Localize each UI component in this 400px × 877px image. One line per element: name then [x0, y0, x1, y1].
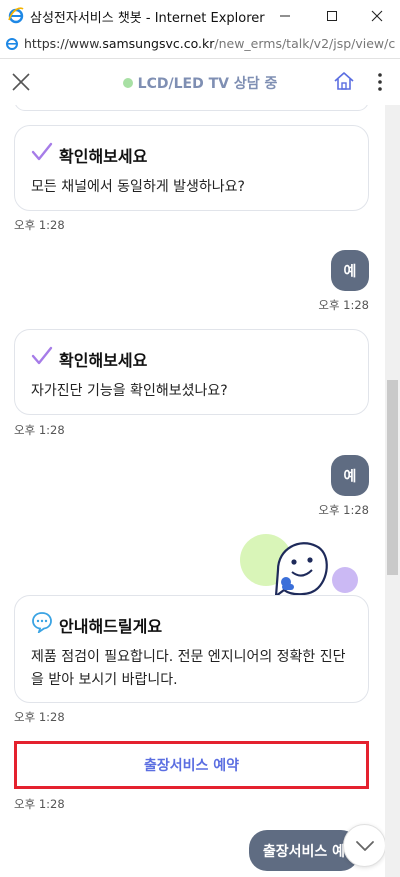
chevron-down-icon [355, 840, 374, 851]
card-title: 확인해보세요 [59, 351, 148, 370]
url-prefix: https://www. [24, 36, 103, 51]
chat-scrollbar[interactable] [385, 105, 400, 877]
bot-message-card: 안내해드릴게요 제품 점검이 필요합니다. 전문 엔지니어의 정확한 진단 을 … [14, 595, 369, 703]
home-icon[interactable] [333, 70, 355, 92]
minimize-icon [280, 15, 290, 16]
card-body-line: 제품 점검이 필요합니다. 전문 엔지니어의 정확한 진단 [31, 649, 346, 665]
card-body-line: 을 받아 보시기 바랍니다. [31, 672, 178, 688]
message-time: 오후 1:28 [14, 797, 65, 811]
status-label: LCD/LED TV 상담 중 [137, 76, 278, 92]
scroll-down-button[interactable] [343, 824, 385, 867]
maximize-button[interactable] [309, 0, 355, 31]
chat-message-list[interactable]: 확인해보세요 모든 채널에서 동일하게 발생하나요? 오후 1:28 예 오후 … [0, 105, 385, 877]
previous-message-card [14, 105, 369, 111]
ie-page-icon [6, 38, 18, 50]
title-bar: 삼성전자서비스 챗봇 - Internet Explorer [0, 0, 400, 31]
scrollbar-thumb[interactable] [387, 380, 398, 575]
minimize-button[interactable] [262, 0, 308, 31]
user-message-bubble: 예 [331, 250, 369, 291]
bot-message-card: 확인해보세요 모든 채널에서 동일하게 발생하나요? [14, 125, 369, 211]
bot-message-card: 확인해보세요 자가진단 기능을 확인해보셨나요? [14, 329, 369, 415]
check-icon [31, 346, 53, 365]
message-time: 오후 1:28 [318, 298, 369, 312]
card-body: 자가진단 기능을 확인해보셨나요? [31, 383, 228, 399]
user-message-bubble: 출장서비스 예 [248, 830, 359, 871]
close-icon [371, 10, 383, 21]
url-host: samsungsvc.co.kr [102, 36, 215, 51]
card-body: 제품 점검이 필요합니다. 전문 엔지니어의 정확한 진단 을 받아 보시기 바… [31, 646, 346, 692]
address-bar[interactable]: https://www.samsungsvc.co.kr/new_erms/ta… [0, 31, 400, 59]
card-body: 모든 채널에서 동일하게 발생하나요? [31, 179, 245, 195]
more-options-icon[interactable] [373, 71, 387, 93]
browser-window: 삼성전자서비스 챗봇 - Internet Explorer https://w… [0, 0, 400, 877]
window-close-button[interactable] [354, 0, 400, 31]
internet-explorer-icon [8, 7, 24, 24]
message-time: 오후 1:28 [14, 218, 65, 232]
window-title: 삼성전자서비스 챗봇 - Internet Explorer [30, 11, 265, 26]
message-time: 오후 1:28 [14, 710, 65, 724]
status-dot [122, 78, 133, 88]
book-onsite-service-button[interactable]: 출장서비스 예약 [14, 741, 369, 789]
message-time: 오후 1:28 [14, 423, 65, 437]
card-title: 안내해드릴게요 [59, 617, 163, 636]
url-path: /new_erms/talk/v2/jsp/view/chatWi [214, 36, 396, 51]
chat-header: LCD/LED TV 상담 중 [0, 59, 400, 105]
card-title: 확인해보세요 [59, 147, 148, 166]
user-message-bubble: 예 [331, 455, 369, 496]
speech-bubble-icon [32, 612, 52, 633]
maximize-icon [327, 10, 337, 21]
message-time: 오후 1:28 [318, 503, 369, 517]
url-text[interactable]: https://www.samsungsvc.co.kr/new_erms/ta… [24, 36, 396, 51]
check-icon [31, 142, 53, 161]
